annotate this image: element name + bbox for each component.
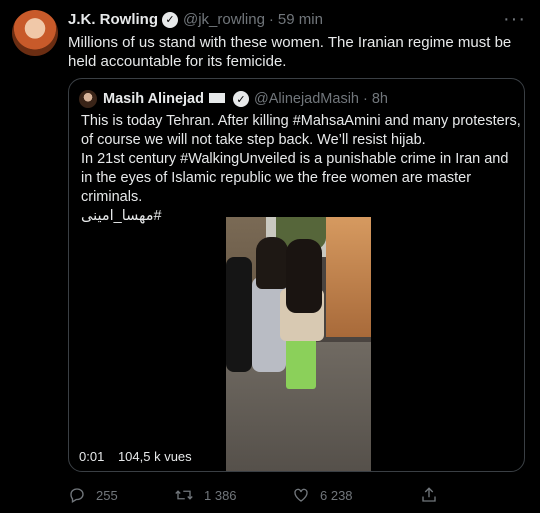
tweet-actions: 255 1 386 6 238 [68, 486, 538, 504]
share-icon [420, 486, 438, 504]
tweet-header: J.K. Rowling ✓ @jk_rowling · 59 min [68, 11, 323, 28]
share-button[interactable] [420, 486, 460, 504]
retweet-button[interactable]: 1 386 [174, 486, 292, 504]
separator-dot: · [268, 11, 274, 28]
tweet-timestamp[interactable]: 59 min [278, 11, 323, 28]
tweet-text: Millions of us stand with these women. T… [68, 34, 512, 70]
separator-dot: · [362, 91, 368, 107]
tweet[interactable]: J.K. Rowling ✓ @jk_rowling · 59 min ··· … [0, 0, 540, 513]
video-frame-figure [286, 337, 316, 389]
video-frame-figure [286, 239, 322, 313]
video-view-count: 104,5 k vues [117, 449, 192, 464]
verified-badge-icon: ✓ [232, 91, 249, 107]
quoted-text-line: This is today Tehran. After killing #Mah… [81, 113, 521, 148]
quoted-tweet-text: This is today Tehran. After killing #Mah… [81, 112, 521, 226]
reply-count: 255 [96, 487, 118, 503]
retweet-count: 1 386 [204, 487, 237, 503]
quoted-tweet[interactable]: Masih Alinejad ✓ @AlinejadMasih · 8h Thi… [68, 78, 525, 472]
video-frame-figure [226, 257, 252, 372]
like-count: 6 238 [320, 487, 353, 503]
author-avatar[interactable] [12, 10, 58, 56]
quoted-tweet-timestamp[interactable]: 8h [372, 91, 388, 107]
video-elapsed-time: 0:01 [79, 449, 105, 464]
quoted-tweet-header: Masih Alinejad ✓ @AlinejadMasih · 8h [103, 91, 388, 107]
quoted-author-name[interactable]: Masih Alinejad [103, 91, 204, 107]
quoted-author-handle[interactable]: @AlinejadMasih [254, 91, 359, 107]
reply-button[interactable]: 255 [68, 486, 174, 504]
retweet-icon [174, 486, 194, 504]
heart-icon [292, 486, 310, 504]
verified-badge-icon: ✓ [162, 11, 178, 28]
like-button[interactable]: 6 238 [292, 486, 420, 504]
video-player[interactable] [226, 217, 371, 471]
white-flag-icon [208, 93, 225, 103]
more-options-icon[interactable]: ··· [503, 8, 526, 31]
reply-icon [68, 486, 86, 504]
video-frame-figure [256, 237, 288, 289]
quoted-text-line: In 21st century #WalkingUnveiled is a pu… [81, 151, 509, 205]
video-frame-wall-right [326, 217, 371, 337]
author-handle[interactable]: @jk_rowling [183, 11, 265, 28]
video-status: 0:01 104,5 k vues [79, 449, 202, 464]
quoted-author-avatar[interactable] [79, 90, 97, 108]
author-name[interactable]: J.K. Rowling [68, 11, 158, 28]
